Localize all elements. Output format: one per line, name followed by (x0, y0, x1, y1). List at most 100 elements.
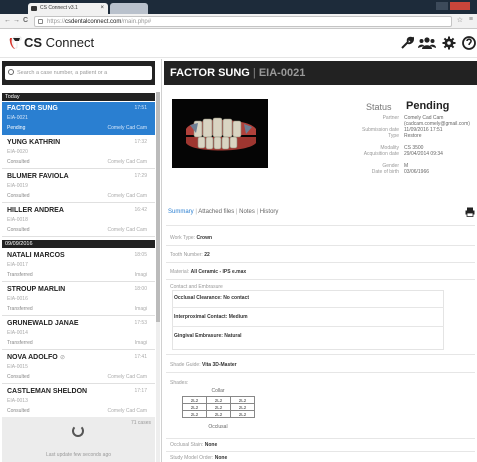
study-model-value: None (214, 455, 228, 461)
url-scheme: https:// (47, 19, 66, 25)
patient-name: STROUP MARLIN (7, 286, 66, 293)
case-id: EIA-0015 (7, 364, 28, 370)
browser-tab-bar: CS Connect v3.1 × (0, 0, 477, 14)
tooth-number-field: Tooth Number: 22 (170, 252, 210, 258)
shade-map: Collar 2L2 2L2 2L2 2L2 2L2 2L2 2L2 2L2 2… (178, 388, 258, 430)
case-id: EIA-0018 (7, 217, 28, 223)
case-lab: Imagi (134, 340, 147, 346)
detail-value: 29/04/2014 09:34 (404, 151, 443, 157)
case-lab: Comely Cad Cam (107, 125, 147, 131)
bookmark-star-icon[interactable]: ☆ (457, 16, 463, 24)
shades-label: Shades: (170, 380, 189, 386)
forward-icon[interactable]: → (13, 17, 20, 24)
case-status: Consulted (7, 408, 30, 414)
status-value: Pending (406, 100, 450, 112)
case-item[interactable]: HILLER ANDREA 16:42 EIA-0018 Consulted C… (2, 204, 155, 237)
tooth-number-value: 22 (204, 252, 210, 258)
url-path: /main.php# (121, 19, 152, 25)
minimize-icon[interactable] (436, 2, 448, 10)
browser-menu-icon[interactable]: ≡ (469, 16, 473, 23)
case-id: EIA-0020 (7, 149, 28, 155)
detail-key: Acquisition date (363, 151, 399, 157)
divider (166, 354, 475, 355)
reload-icon[interactable]: C (23, 17, 28, 24)
shade-cell: 2L2 (206, 396, 231, 404)
users-icon[interactable] (418, 36, 436, 50)
case-lab: Comely Cad Cam (107, 408, 147, 414)
material-value: All Ceramic - IPS e.max (190, 269, 247, 275)
window-close-icon[interactable] (450, 2, 470, 10)
scrollbar-thumb[interactable] (156, 92, 160, 322)
case-time: 18:05 (134, 252, 147, 258)
patient-name: YUNG KATHRIN (7, 139, 61, 146)
case-item[interactable]: NATALI MARCOS 18:05 EIA-0017 Transferred… (2, 249, 155, 282)
help-icon[interactable] (462, 36, 476, 50)
case-time: 17:17 (134, 388, 147, 394)
case-item[interactable]: CASTLEMAN SHELDON 17:17 EIA-0013 Consult… (2, 385, 155, 418)
case-time: 17:41 (134, 354, 147, 360)
shade-guide-label: Shade Guide: (170, 362, 201, 368)
url-input[interactable]: https://csdentalconnect.com/main.php# (34, 16, 452, 27)
logo-connect-text: Connect (42, 35, 95, 50)
case-item[interactable]: FACTOR SUNG 17:51 EIA-0021 Pending Comel… (2, 102, 155, 135)
print-icon[interactable] (465, 207, 475, 217)
case-item[interactable]: GRUNEWALD JANAE 17:53 EIA-0014 Transferr… (2, 317, 155, 350)
case-time: 17:29 (134, 173, 147, 179)
study-model-field: Study Model Order: None (170, 455, 227, 461)
case-item[interactable]: BLUMER FAVIOLA 17:29 EIA-0019 Consulted … (2, 170, 155, 203)
case-status: Pending (7, 125, 26, 131)
divider (166, 262, 475, 263)
search-placeholder: Search a case number, a patient or a (17, 70, 108, 76)
sidebar-footer: 71 cases Last update few seconds ago (2, 417, 155, 462)
case-patient-name: FACTOR SUNG (170, 67, 250, 79)
study-model-label: Study Model Order: (170, 455, 214, 461)
attachment-icon: ⊘ (60, 355, 66, 361)
tab-notes[interactable]: Notes (239, 209, 255, 215)
tab-history[interactable]: History (260, 209, 279, 215)
occlusal-stain-field: Occlusal Stain: None (170, 442, 217, 448)
group-header-date: 09/09/2016 (2, 240, 155, 248)
tab-close-icon[interactable]: × (100, 3, 104, 14)
search-icon (8, 69, 14, 75)
back-icon[interactable]: ← (4, 17, 11, 24)
search-input[interactable]: Search a case number, a patient or a (5, 66, 152, 80)
favicon-icon (31, 6, 37, 11)
gingival-embrasure: Gingival Embrasure: Natural (174, 333, 242, 339)
status-label: Status (366, 102, 392, 112)
case-id: EIA-0021 (7, 115, 28, 121)
gear-icon[interactable] (442, 36, 456, 50)
case-item[interactable]: NOVA ADOLFO ⊘ 17:41 EIA-0015 Consulted C… (2, 351, 155, 384)
url-domain: csdentalconnect.com (65, 19, 122, 25)
shade-collar-label: Collar (211, 388, 225, 394)
patient-name: GRUNEWALD JANAE (7, 320, 79, 327)
case-status: Consulted (7, 159, 30, 165)
patient-name: HILLER ANDREA (7, 207, 64, 214)
detail-acquisition-date: Acquisition date 29/04/2014 09:34 (364, 151, 443, 159)
occlusal-clearance: Occlusal Clearance: No contact (174, 295, 250, 301)
case-title-bar: FACTOR SUNG | EIA-0021 (164, 61, 477, 85)
dental-scan-image[interactable] (172, 99, 268, 168)
refresh-icon[interactable] (72, 425, 84, 437)
case-item[interactable]: YUNG KATHRIN 17:32 EIA-0020 Consulted Co… (2, 136, 155, 169)
shade-cell: 2L2 (182, 410, 207, 418)
browser-tab-new[interactable] (110, 3, 148, 14)
sidebar-scrollbar[interactable] (156, 92, 160, 462)
patient-name: CASTLEMAN SHELDON (7, 388, 88, 395)
page-icon (38, 19, 43, 24)
cs-logo-icon (8, 36, 22, 49)
divider (166, 438, 475, 439)
case-tabs: Summary | Attached files | Notes | Histo… (168, 209, 278, 215)
case-sidebar: Search a case number, a patient or a Tod… (0, 59, 162, 462)
browser-tab-active[interactable]: CS Connect v3.1 × (28, 3, 108, 14)
interproximal-contact: Interproximal Contact: Medium (174, 314, 248, 320)
tab-summary[interactable]: Summary (168, 209, 194, 215)
patient-name: NATALI MARCOS (7, 252, 65, 259)
case-time: 17:53 (134, 320, 147, 326)
search-bar: Search a case number, a patient or a (2, 61, 155, 85)
tab-attached-files[interactable]: Attached files (198, 209, 234, 215)
address-bar: ← → C https://csdentalconnect.com/main.p… (0, 14, 477, 29)
shade-occlusal-label: Occlusal (208, 424, 228, 430)
wrench-icon[interactable] (400, 36, 414, 50)
group-header-today: Today (2, 93, 155, 101)
case-item[interactable]: STROUP MARLIN 18:00 EIA-0016 Transferred… (2, 283, 155, 316)
